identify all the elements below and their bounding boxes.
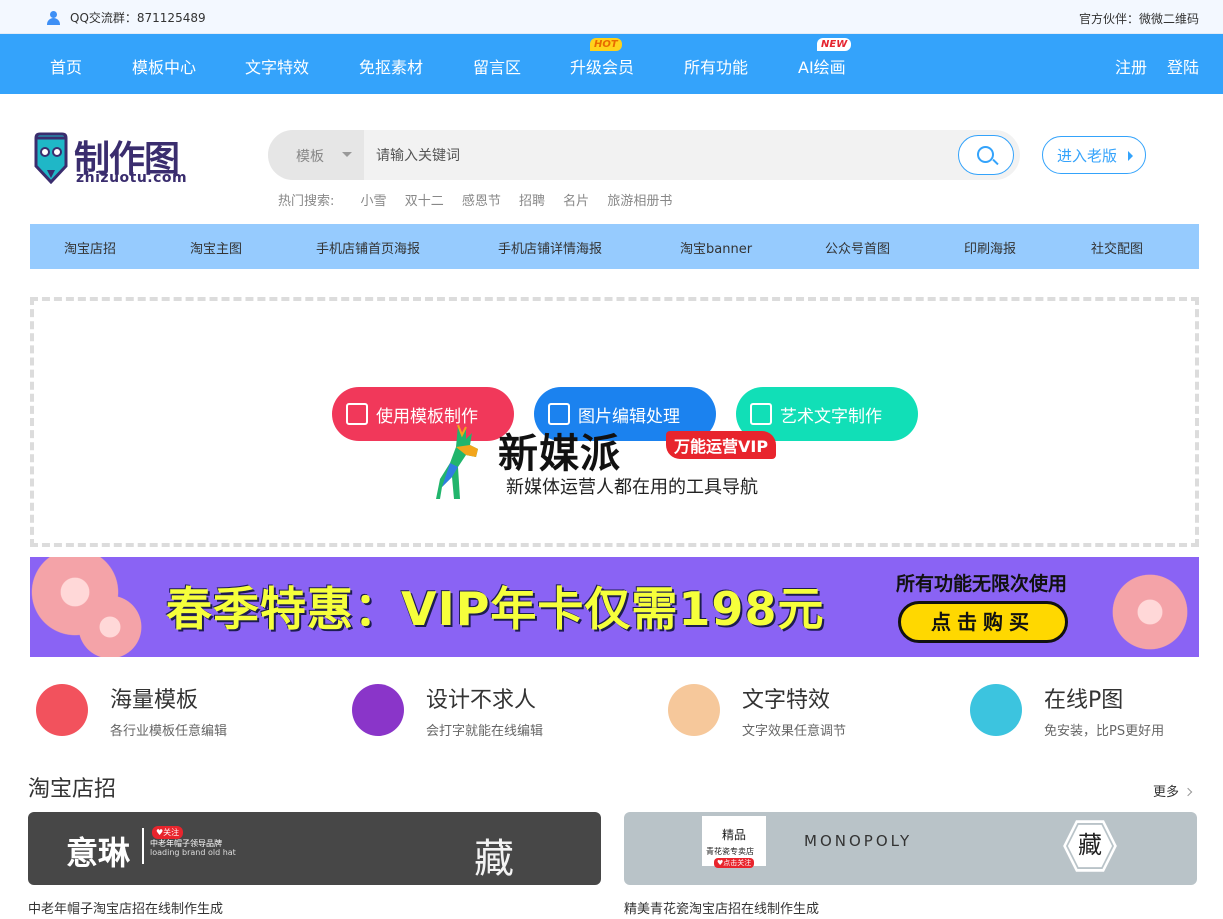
promo-title: 春季特惠：VIP年卡仅需198元 — [166, 582, 825, 636]
register-link[interactable]: 注册 — [1115, 54, 1147, 78]
category-taobao-banner[interactable]: 淘宝店招 — [64, 238, 116, 257]
template-icon — [346, 403, 368, 425]
more-label: 更多 — [1153, 785, 1180, 800]
feature-design[interactable]: 设计不求人 会打字就能在线编辑 — [352, 680, 612, 740]
promo-right-text: 所有功能无限次使用 — [896, 573, 1068, 595]
hot-search-term[interactable]: 感恩节 — [462, 194, 501, 209]
category-taobao-main-image[interactable]: 淘宝主图 — [190, 238, 242, 257]
nav-ai-painting[interactable]: AI绘画 — [798, 54, 846, 78]
hot-badge: HOT — [590, 38, 622, 51]
category-print-poster[interactable]: 印刷海报 — [964, 238, 1016, 257]
feature-templates[interactable]: 海量模板 各行业模板任意编辑 — [36, 680, 296, 740]
hot-search-term[interactable]: 招聘 — [519, 194, 545, 209]
ad-subtitle: 新媒体运营人都在用的工具导航 — [506, 477, 758, 498]
feature-title: 在线P图 — [1044, 688, 1124, 713]
nav-upgrade-vip[interactable]: 升级会员 — [570, 54, 634, 78]
pencil-icon — [970, 684, 1022, 736]
logo-domain: zhizuotu.com — [76, 170, 188, 186]
nav-templates[interactable]: 模板中心 — [132, 54, 196, 78]
feature-desc: 会打字就能在线编辑 — [426, 724, 544, 739]
category-bar: 淘宝店招 淘宝主图 手机店铺首页海报 手机店铺详情海报 淘宝banner 公众号… — [30, 224, 1199, 269]
card-box-tag: ♥点击关注 — [714, 858, 755, 868]
users-icon — [46, 10, 64, 25]
section-title: 淘宝店招 — [28, 777, 117, 802]
template-card[interactable]: 意琳 ♥关注 中老年帽子领导品牌 loading brand old hat 藏 — [28, 812, 601, 885]
feature-title: 海量模板 — [110, 688, 199, 713]
template-card[interactable]: 精品 青花瓷专卖店 ♥点击关注 MONOPOLY 藏 — [624, 812, 1197, 885]
partner-link[interactable]: 官方伙伴：微微二维码 — [1079, 10, 1199, 27]
xinmeipai-ad[interactable]: 新媒派 万能运营VIP 新媒体运营人都在用的工具导航 — [436, 419, 796, 503]
qq-group-text: QQ交流群：871125489 — [70, 11, 206, 25]
category-mobile-home-poster[interactable]: 手机店铺首页海报 — [316, 238, 420, 257]
hot-search-term[interactable]: 旅游相册书 — [607, 194, 672, 209]
flower-decoration — [70, 587, 150, 657]
login-link[interactable]: 登陆 — [1167, 54, 1199, 78]
more-link[interactable]: 更多 — [1153, 781, 1193, 800]
top-info-bar: QQ交流群：871125489 官方伙伴：微微二维码 — [0, 0, 1223, 34]
category-social-image[interactable]: 社交配图 — [1091, 238, 1143, 257]
feature-desc: 文字效果任意调节 — [742, 724, 847, 739]
hot-search-term[interactable]: 双十二 — [405, 194, 444, 209]
layers-icon — [36, 684, 88, 736]
feature-desc: 免安装，比PS更好用 — [1044, 724, 1165, 739]
card-caption[interactable]: 中老年帽子淘宝店招在线制作生成 — [28, 898, 223, 917]
search-bar: 模板 — [268, 130, 1020, 180]
feature-desc: 各行业模板任意编辑 — [110, 724, 228, 739]
card-mark: 藏 — [474, 836, 514, 882]
category-taobao-banner-en[interactable]: 淘宝banner — [680, 238, 752, 257]
card-shop-box: 精品 青花瓷专卖店 ♥点击关注 — [702, 816, 766, 868]
card-caption[interactable]: 精美青花瓷淘宝店招在线制作生成 — [624, 898, 819, 917]
buy-button[interactable]: 点击购买 — [898, 601, 1068, 643]
qq-group[interactable]: QQ交流群：871125489 — [46, 9, 206, 26]
old-version-label: 进入老版 — [1057, 147, 1118, 165]
promo-banner[interactable]: 春季特惠：VIP年卡仅需198元 所有功能无限次使用 点击购买 — [30, 557, 1199, 657]
hot-search: 热门搜索: 小雪 双十二 感恩节 招聘 名片 旅游相册书 — [278, 190, 686, 209]
number-one-icon — [668, 684, 720, 736]
card-brand: 意琳 — [66, 834, 131, 872]
feature-title: 设计不求人 — [426, 688, 537, 713]
ad-vip-badge: 万能运营VIP — [666, 431, 777, 459]
chevron-right-icon — [1183, 787, 1193, 797]
feature-title: 文字特效 — [742, 688, 831, 713]
hot-search-label: 热门搜索: — [278, 194, 335, 209]
palette-icon — [352, 684, 404, 736]
nav-all-features[interactable]: 所有功能 — [684, 54, 748, 78]
new-badge: NEW — [817, 38, 852, 51]
old-version-button[interactable]: 进入老版 — [1042, 136, 1146, 174]
card-box-sub: 青花瓷专卖店 — [706, 847, 754, 856]
nav-home[interactable]: 首页 — [50, 54, 82, 78]
hot-search-term[interactable]: 小雪 — [361, 194, 387, 209]
ad-title: 新媒派 — [498, 431, 621, 477]
pencil-logo-icon — [34, 132, 68, 184]
card-divider — [142, 828, 144, 864]
caret-down-icon — [342, 152, 352, 157]
search-button[interactable] — [958, 135, 1014, 175]
nav-cutout-assets[interactable]: 免抠素材 — [359, 54, 423, 78]
nav-text-effects[interactable]: 文字特效 — [245, 54, 309, 78]
triangle-right-icon — [1128, 151, 1133, 161]
hot-search-term[interactable]: 名片 — [563, 194, 589, 209]
search-icon — [977, 146, 994, 163]
card-brand: MONOPOLY — [804, 832, 913, 850]
deer-logo-icon — [436, 424, 478, 499]
category-wechat-cover[interactable]: 公众号首图 — [825, 238, 890, 257]
feature-online-photo-edit[interactable]: 在线P图 免安装，比PS更好用 — [970, 680, 1223, 740]
flower-decoration — [1100, 567, 1199, 657]
card-box-title: 精品 — [722, 828, 747, 842]
card-line2: loading brand old hat — [150, 848, 236, 857]
search-input[interactable] — [376, 140, 936, 170]
hero-panel: 使用模板制作 图片编辑处理 艺术文字制作 新媒派 万能运营VIP 新媒体运营人都… — [30, 297, 1199, 547]
site-logo[interactable]: 制作图 zhizuotu.com — [32, 128, 192, 190]
search-category-select[interactable]: 模板 — [268, 130, 364, 180]
main-nav: 首页 模板中心 文字特效 免抠素材 留言区 HOT 升级会员 所有功能 NEW … — [0, 34, 1223, 94]
category-mobile-detail-poster[interactable]: 手机店铺详情海报 — [498, 238, 602, 257]
feature-text-effects[interactable]: 文字特效 文字效果任意调节 — [668, 680, 928, 740]
search-category-label: 模板 — [296, 149, 324, 165]
nav-message-board[interactable]: 留言区 — [473, 54, 521, 78]
